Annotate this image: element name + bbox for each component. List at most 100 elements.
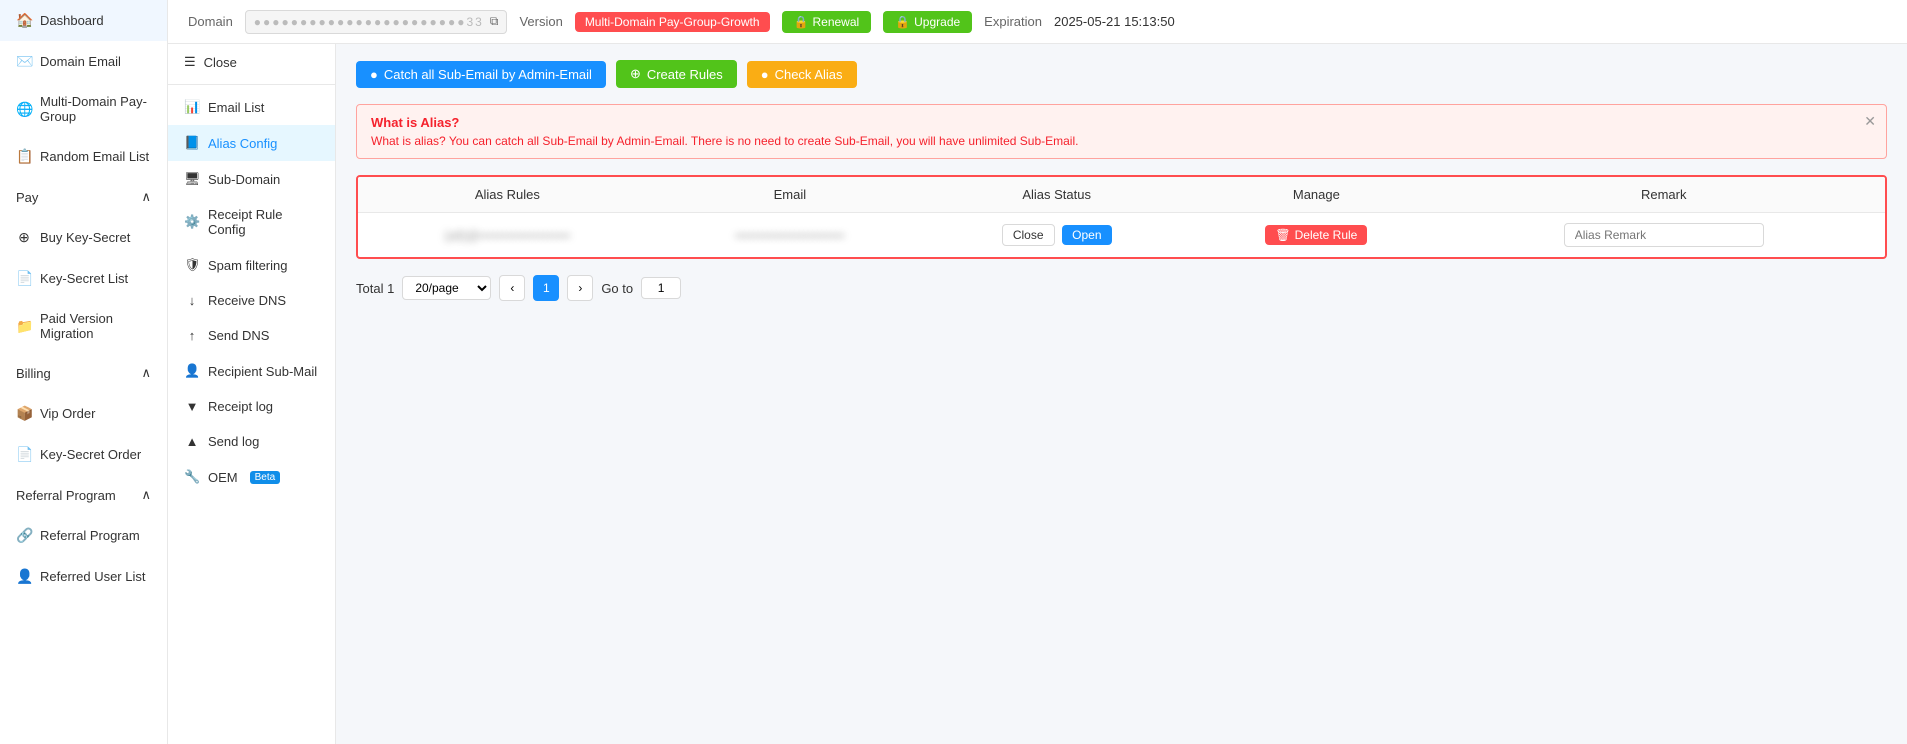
close-label: Close — [204, 55, 237, 70]
catch-all-button[interactable]: ● Catch all Sub-Email by Admin-Email — [356, 61, 606, 88]
sub-nav-email-list[interactable]: 📊 Email List — [168, 89, 335, 125]
sidebar-item-dashboard[interactable]: 🏠 Dashboard — [0, 0, 167, 41]
paid-version-icon: 📁 — [16, 318, 32, 335]
sidebar-item-key-secret-order[interactable]: 📄 Key-Secret Order — [0, 434, 167, 475]
random-email-icon: 📋 — [16, 148, 32, 165]
sub-nav-send-dns[interactable]: ↑ Send DNS — [168, 318, 335, 353]
sub-nav-alias-config[interactable]: 📘 Alias Config — [168, 125, 335, 161]
main-area: Domain ●●●●●●●●●●●●●●●●●●●●●●●33 ⧉ Versi… — [168, 0, 1907, 744]
check-alias-icon: ● — [761, 67, 769, 82]
sub-nav-receipt-rule[interactable]: ⚙️ Receipt Rule Config — [168, 197, 335, 247]
sidebar-item-buy-key[interactable]: ⊕ Buy Key-Secret — [0, 217, 167, 258]
sidebar-item-key-secret-list[interactable]: 📄 Key-Secret List — [0, 258, 167, 299]
key-secret-list-icon: 📄 — [16, 270, 32, 287]
action-buttons-row: ● Catch all Sub-Email by Admin-Email ⊕ C… — [356, 60, 1887, 88]
per-page-select[interactable]: 20/page 10/page 50/page 100/page — [402, 276, 491, 300]
sub-nav-label-email-list: Email List — [208, 100, 264, 115]
expiration-value: 2025-05-21 15:13:50 — [1054, 14, 1175, 29]
sub-nav-send-log[interactable]: ▲ Send log — [168, 424, 335, 459]
top-header: Domain ●●●●●●●●●●●●●●●●●●●●●●●33 ⧉ Versi… — [168, 0, 1907, 44]
email-list-icon: 📊 — [184, 99, 200, 115]
sidebar-label-referral-section: Referral Program — [16, 488, 116, 503]
renewal-button[interactable]: 🔒 Renewal — [782, 11, 872, 33]
sidebar-pay-section[interactable]: Pay ∧ — [0, 177, 167, 217]
delete-rule-button[interactable]: 🗑 Delete Rule — [1265, 225, 1367, 245]
receipt-log-icon: ▼ — [184, 399, 200, 414]
sub-nav-label-sub-domain: Sub-Domain — [208, 172, 280, 187]
sidebar: 🏠 Dashboard ✉️ Domain Email 🌐 Multi-Doma… — [0, 0, 168, 744]
sidebar-label-vip-order: Vip Order — [40, 406, 95, 421]
send-dns-icon: ↑ — [184, 328, 200, 343]
domain-email-icon: ✉️ — [16, 53, 32, 70]
referred-user-icon: 👤 — [16, 568, 32, 585]
goto-input[interactable] — [641, 277, 681, 299]
sidebar-label-domain-email: Domain Email — [40, 54, 121, 69]
sidebar-label-pay: Pay — [16, 190, 38, 205]
sidebar-item-domain-email[interactable]: ✉️ Domain Email — [0, 41, 167, 82]
create-rules-icon: ⊕ — [630, 66, 641, 82]
recipient-submail-icon: 👤 — [184, 363, 200, 379]
page-content: ● Catch all Sub-Email by Admin-Email ⊕ C… — [336, 44, 1907, 744]
col-manage: Manage — [1190, 177, 1442, 213]
sidebar-label-referred-user: Referred User List — [40, 569, 145, 584]
referral-program-icon: 🔗 — [16, 527, 32, 544]
sidebar-item-multi-domain[interactable]: 🌐 Multi-Domain Pay-Group — [0, 82, 167, 136]
delete-icon: 🗑 — [1275, 228, 1290, 242]
info-box-text: What is alias? You can catch all Sub-Ema… — [371, 134, 1872, 148]
alias-table: Alias Rules Email Alias Status Manage Re… — [358, 177, 1885, 257]
sidebar-item-random-email[interactable]: 📋 Random Email List — [0, 136, 167, 177]
sidebar-item-vip-order[interactable]: 📦 Vip Order — [0, 393, 167, 434]
prev-page-button[interactable]: ‹ — [499, 275, 525, 301]
version-label: Version — [519, 14, 562, 29]
sub-nav-divider — [168, 84, 335, 85]
sub-domain-icon: 🖥 — [184, 171, 200, 187]
sidebar-billing-section[interactable]: Billing ∧ — [0, 353, 167, 393]
col-email: Email — [657, 177, 923, 213]
cell-alias-rules: {all}@•••••••••••••••••••• — [358, 213, 657, 258]
menu-icon: ☰ — [184, 54, 196, 70]
sidebar-label-billing: Billing — [16, 366, 51, 381]
sub-nav-label-alias-config: Alias Config — [208, 136, 277, 151]
sub-nav-receipt-log[interactable]: ▼ Receipt log — [168, 389, 335, 424]
check-alias-button[interactable]: ● Check Alias — [747, 61, 857, 88]
sidebar-label-multi-domain: Multi-Domain Pay-Group — [40, 94, 151, 124]
info-box-title: What is Alias? — [371, 115, 1872, 130]
goto-label: Go to — [601, 281, 633, 296]
dashboard-icon: 🏠 — [16, 12, 32, 29]
sub-nav-label-recipient-submail: Recipient Sub-Mail — [208, 364, 317, 379]
lock-icon: 🔒 — [794, 15, 809, 29]
sub-nav-close[interactable]: ☰ Close — [168, 44, 335, 80]
table-header-row: Alias Rules Email Alias Status Manage Re… — [358, 177, 1885, 213]
upgrade-button[interactable]: 🔒 Upgrade — [883, 11, 972, 33]
next-page-button[interactable]: › — [567, 275, 593, 301]
sidebar-label-buy-key: Buy Key-Secret — [40, 230, 130, 245]
sidebar-label-paid-version: Paid Version Migration — [40, 311, 151, 341]
chevron-up-icon: ∧ — [141, 189, 151, 205]
multi-domain-icon: 🌐 — [16, 101, 32, 118]
sidebar-item-paid-version[interactable]: 📁 Paid Version Migration — [0, 299, 167, 353]
sub-nav-spam-filter[interactable]: 🛡 Spam filtering — [168, 247, 335, 283]
copy-domain-icon[interactable]: ⧉ — [490, 14, 499, 29]
sidebar-item-referred-user[interactable]: 👤 Referred User List — [0, 556, 167, 597]
status-open-button[interactable]: Open — [1062, 225, 1111, 245]
cell-remark — [1442, 213, 1885, 258]
sub-nav-sub-domain[interactable]: 🖥 Sub-Domain — [168, 161, 335, 197]
receive-dns-icon: ↓ — [184, 293, 200, 308]
cell-email: •••••••••••••••••••••••• — [657, 213, 923, 258]
email-value: •••••••••••••••••••••••• — [735, 228, 844, 243]
receipt-rule-icon: ⚙️ — [184, 214, 200, 230]
alias-table-container: Alias Rules Email Alias Status Manage Re… — [356, 175, 1887, 259]
sub-nav-recipient-submail[interactable]: 👤 Recipient Sub-Mail — [168, 353, 335, 389]
sub-nav-label-receive-dns: Receive DNS — [208, 293, 286, 308]
page-1-button[interactable]: 1 — [533, 275, 559, 301]
status-close-button[interactable]: Close — [1002, 224, 1055, 246]
sidebar-referral-section[interactable]: Referral Program ∧ — [0, 475, 167, 515]
sub-nav-oem[interactable]: 🔧 OEM Beta — [168, 459, 335, 495]
info-box-close-button[interactable]: ✕ — [1864, 113, 1876, 130]
sub-nav-receive-dns[interactable]: ↓ Receive DNS — [168, 283, 335, 318]
remark-input[interactable] — [1564, 223, 1764, 247]
sidebar-label-random-email: Random Email List — [40, 149, 149, 164]
sidebar-item-referral-program[interactable]: 🔗 Referral Program — [0, 515, 167, 556]
create-rules-button[interactable]: ⊕ Create Rules — [616, 60, 737, 88]
sidebar-label-referral-program: Referral Program — [40, 528, 140, 543]
